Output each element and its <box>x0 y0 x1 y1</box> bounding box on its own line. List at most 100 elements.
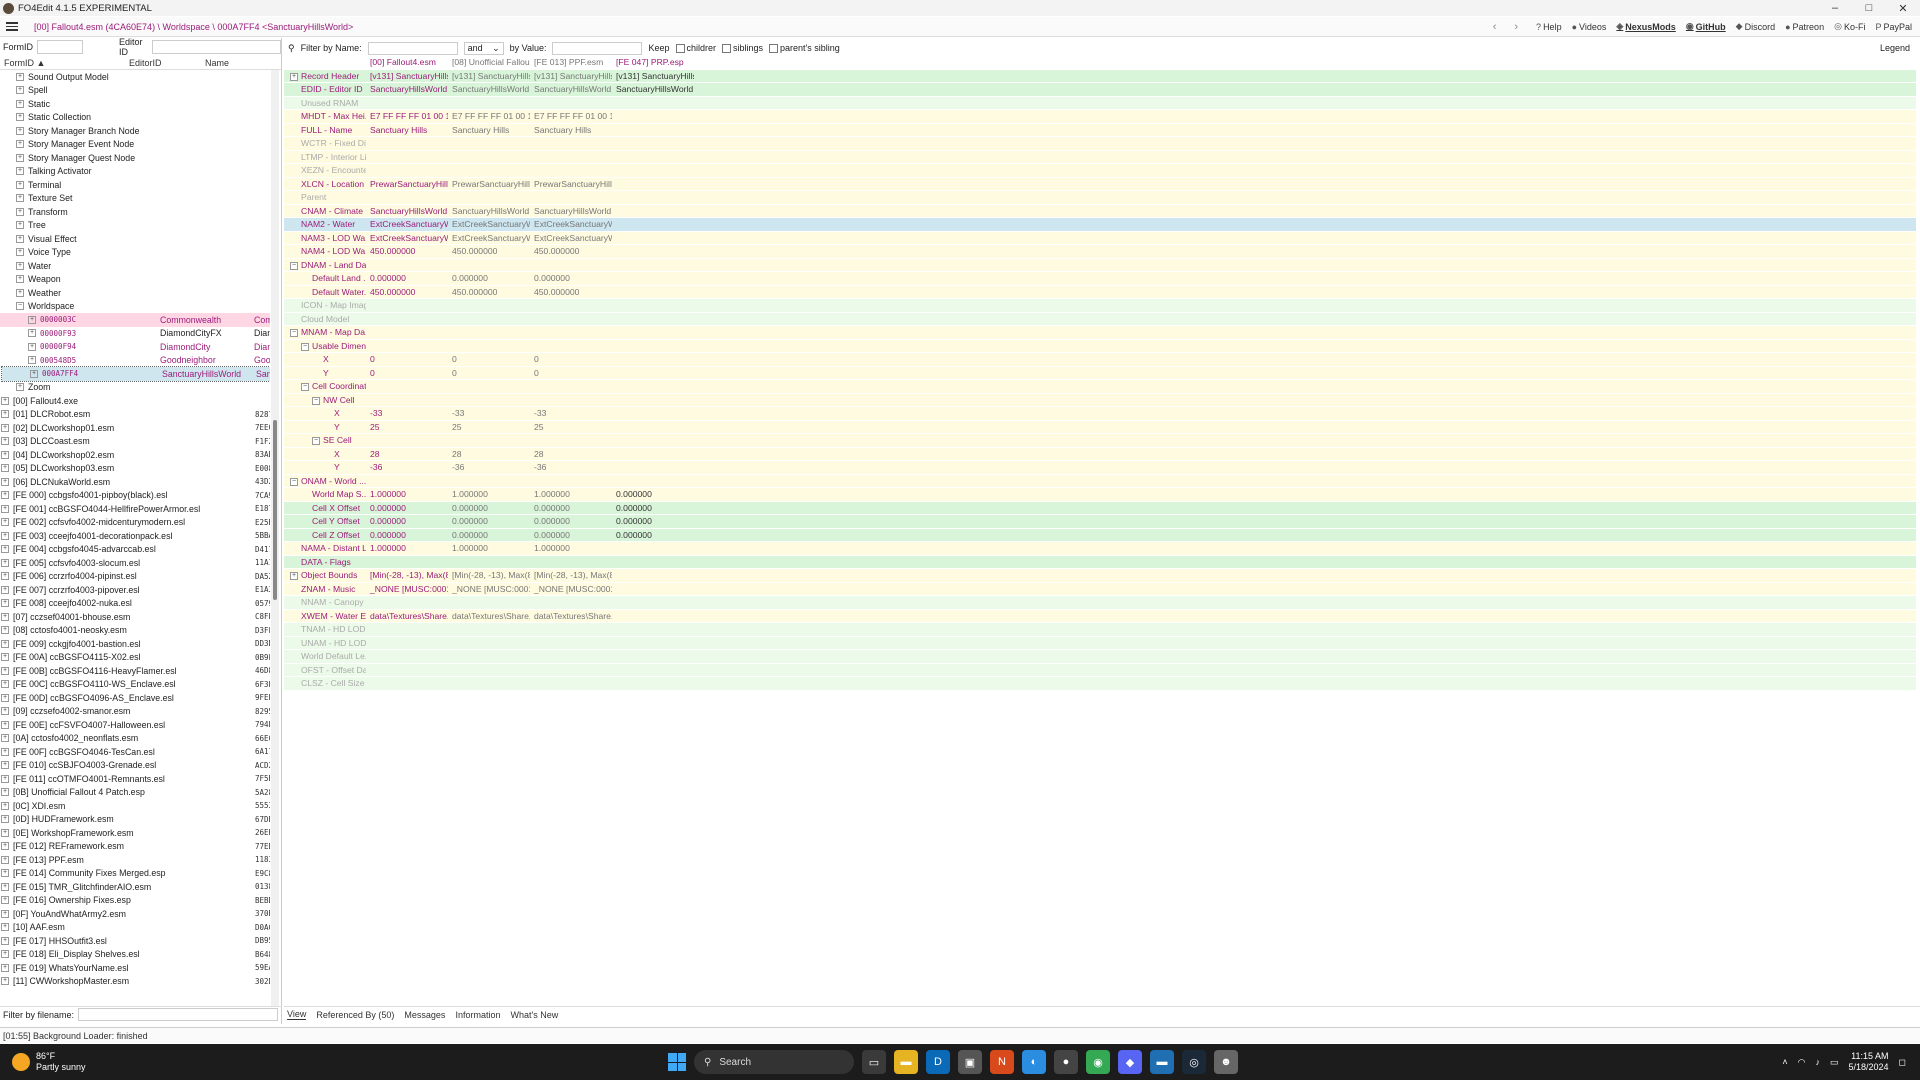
expand-icon[interactable]: + <box>16 126 24 135</box>
nav-link-github[interactable]: ◉ GitHub <box>1686 21 1726 32</box>
record-field-row[interactable]: UNAM - HD LOD... <box>284 636 1916 650</box>
plugin-file-row[interactable]: + [08] cctosfo4001-neosky.esm D3FFCD55 <box>0 624 270 638</box>
record-field-row[interactable]: −Cell Coordinat... <box>284 380 1916 394</box>
expand-icon[interactable]: + <box>1 558 9 567</box>
expand-icon[interactable]: + <box>1 639 9 648</box>
record-field-row[interactable]: OFST - Offset Data <box>284 663 1916 677</box>
expand-icon[interactable]: + <box>1 626 9 635</box>
field-value[interactable]: 0.000000 <box>448 516 530 526</box>
filter-value-input[interactable] <box>552 41 643 55</box>
expand-icon[interactable]: + <box>1 545 9 554</box>
weather-widget[interactable]: 86°F Partly sunny <box>12 1051 86 1073</box>
record-field-row[interactable]: X000 <box>284 353 1916 367</box>
record-row[interactable]: +000548D5 Goodneighbor Goodneighbor <box>0 354 270 368</box>
expand-icon[interactable]: + <box>1 828 9 837</box>
expand-icon[interactable]: + <box>1 896 9 905</box>
parents-siblings-checkbox[interactable]: parent's sibling <box>769 43 840 54</box>
record-field-row[interactable]: ICON - Map Image <box>284 299 1916 313</box>
expand-icon[interactable]: + <box>16 275 24 284</box>
field-value[interactable]: data\Textures\Share... <box>448 611 530 621</box>
record-field-row[interactable]: − NW Cell <box>284 393 1916 407</box>
col-editorid[interactable]: EditorID <box>125 58 201 68</box>
expand-icon[interactable]: + <box>1 599 9 608</box>
plugin-file-row[interactable]: + [FE 004] ccbgsfo4045-advarccab.esl D417E… <box>0 543 270 557</box>
taskbar-search[interactable]: ⚲ Search <box>694 1050 854 1074</box>
expand-icon[interactable]: + <box>1 977 9 986</box>
record-field-row[interactable]: Cloud Model <box>284 312 1916 326</box>
col-name[interactable]: Name <box>201 58 229 68</box>
field-value[interactable]: 450.000000 <box>448 246 530 256</box>
expand-icon[interactable]: + <box>1 909 9 918</box>
expand-icon[interactable]: + <box>1 666 9 675</box>
volume-icon[interactable]: ♪ <box>1815 1057 1820 1067</box>
plugin-file-row[interactable]: + [FE 019] WhatsYourName.esl 59EAB1F6 <box>0 961 270 975</box>
maximize-button[interactable]: □ <box>1852 2 1886 15</box>
fo4edit-icon[interactable]: ☻ <box>1214 1050 1238 1074</box>
record-field-row[interactable]: Parent <box>284 191 1916 205</box>
record-field-row[interactable]: Unused RNAM <box>284 96 1916 110</box>
expand-icon[interactable]: + <box>1 923 9 932</box>
field-value[interactable]: _NONE [MUSC:0001... <box>366 584 448 594</box>
plugin-file-row[interactable]: + [01] DLCRobot.esm 8287509F <box>0 408 270 422</box>
field-value[interactable]: 0.000000 <box>366 516 448 526</box>
field-value[interactable]: ExtCreekSanctuaryW... <box>366 219 448 229</box>
expand-icon[interactable]: + <box>28 342 36 351</box>
plugin-column-0[interactable]: [00] Fallout4.esm <box>366 57 448 67</box>
file-explorer-icon[interactable]: ▬ <box>894 1050 918 1074</box>
field-value[interactable]: 0 <box>530 354 612 364</box>
editorid-input[interactable] <box>151 40 281 54</box>
plugin-file-row[interactable]: + [03] DLCCoast.esm F1F28026 <box>0 435 270 449</box>
field-value[interactable]: 1.000000 <box>448 489 530 499</box>
plugin-file-row[interactable]: + [0C] XDI.esm 55530D14 <box>0 799 270 813</box>
group-row[interactable]: − Worldspace <box>0 300 270 314</box>
record-field-row[interactable]: − SE Cell <box>284 434 1916 448</box>
field-value[interactable]: SanctuaryHillsWorld... <box>448 206 530 216</box>
group-row[interactable]: + Spell <box>0 84 270 98</box>
record-field-row[interactable]: CLSZ - Cell Size D... <box>284 677 1916 691</box>
record-field-row[interactable]: MHDT - Max Hei...E7 FF FF FF 01 00 1A...… <box>284 110 1916 124</box>
tab-messages[interactable]: Messages <box>404 1010 445 1020</box>
group-row[interactable]: + Static <box>0 97 270 111</box>
expand-icon[interactable]: + <box>1 423 9 432</box>
app-icon[interactable]: ▬ <box>1150 1050 1174 1074</box>
field-value[interactable]: 0 <box>448 354 530 364</box>
field-value[interactable]: 0.000000 <box>366 530 448 540</box>
expand-icon[interactable]: + <box>1 963 9 972</box>
plugin-file-row[interactable]: + [FE 008] cceejfo4002-nuka.esl 05791A9A <box>0 597 270 611</box>
group-row[interactable]: + Static Collection <box>0 111 270 125</box>
field-value[interactable]: 0 <box>530 368 612 378</box>
record-field-row[interactable]: World Map S... 1.000000 1.000000 1.000000 0.… <box>284 488 1916 502</box>
photos-icon[interactable]: ▣ <box>958 1050 982 1074</box>
field-value[interactable]: PrewarSanctuaryHills... <box>448 179 530 189</box>
group-row[interactable]: + Weapon <box>0 273 270 287</box>
ng-icon[interactable]: N <box>990 1050 1014 1074</box>
field-value[interactable]: 450.000000 <box>366 246 448 256</box>
record-field-row[interactable]: Y000 <box>284 366 1916 380</box>
nav-link-paypal[interactable]: P PayPal <box>1875 22 1912 32</box>
field-value[interactable]: SanctuaryHillsWorld <box>612 84 694 94</box>
tree-scrollbar[interactable] <box>271 70 279 1006</box>
task-view-icon[interactable]: ▭ <box>862 1050 886 1074</box>
group-row[interactable]: + Sound Output Model <box>0 70 270 84</box>
record-field-row[interactable]: − MNAM - Map Da... <box>284 326 1916 340</box>
expand-icon[interactable]: + <box>1 801 9 810</box>
plugin-file-row[interactable]: + [0E] WorkshopFramework.esm 26EE978F <box>0 826 270 840</box>
notification-icon[interactable]: ◻ <box>1899 1057 1906 1068</box>
menu-icon[interactable] <box>6 22 24 31</box>
record-field-row[interactable]: XWEM - Water E...data\Textures\Share...d… <box>284 609 1916 623</box>
expand-icon[interactable]: + <box>1 761 9 770</box>
plugin-file-row[interactable]: + [FE 00C] ccBGSFO4110-WS_Enclave.esl 6F3E… <box>0 678 270 692</box>
expand-icon[interactable]: + <box>28 356 36 365</box>
record-row[interactable]: +000A7FF4 SanctuaryHillsWorld Sanctuary Hi… <box>1 366 270 382</box>
plugin-file-row[interactable]: + [FE 000] ccbgsfo4001-pipboy(black).esl 7… <box>0 489 270 503</box>
plugin-file-row[interactable]: + [FE 00B] ccBGSFO4116-HeavyFlamer.esl 46D… <box>0 664 270 678</box>
expand-icon[interactable]: + <box>1 450 9 459</box>
expand-icon[interactable]: + <box>16 153 24 162</box>
field-value[interactable]: [v131] SanctuaryHills... <box>448 71 530 81</box>
back-arrow-icon[interactable]: ‹ <box>1493 21 1497 33</box>
expand-icon[interactable]: + <box>16 383 24 392</box>
expand-icon[interactable]: + <box>16 180 24 189</box>
group-row[interactable]: + Voice Type <box>0 246 270 260</box>
expand-icon[interactable]: + <box>16 221 24 230</box>
record-field-row[interactable]: Cell Z Offset 0.000000 0.000000 0.000000 0.0… <box>284 528 1916 542</box>
